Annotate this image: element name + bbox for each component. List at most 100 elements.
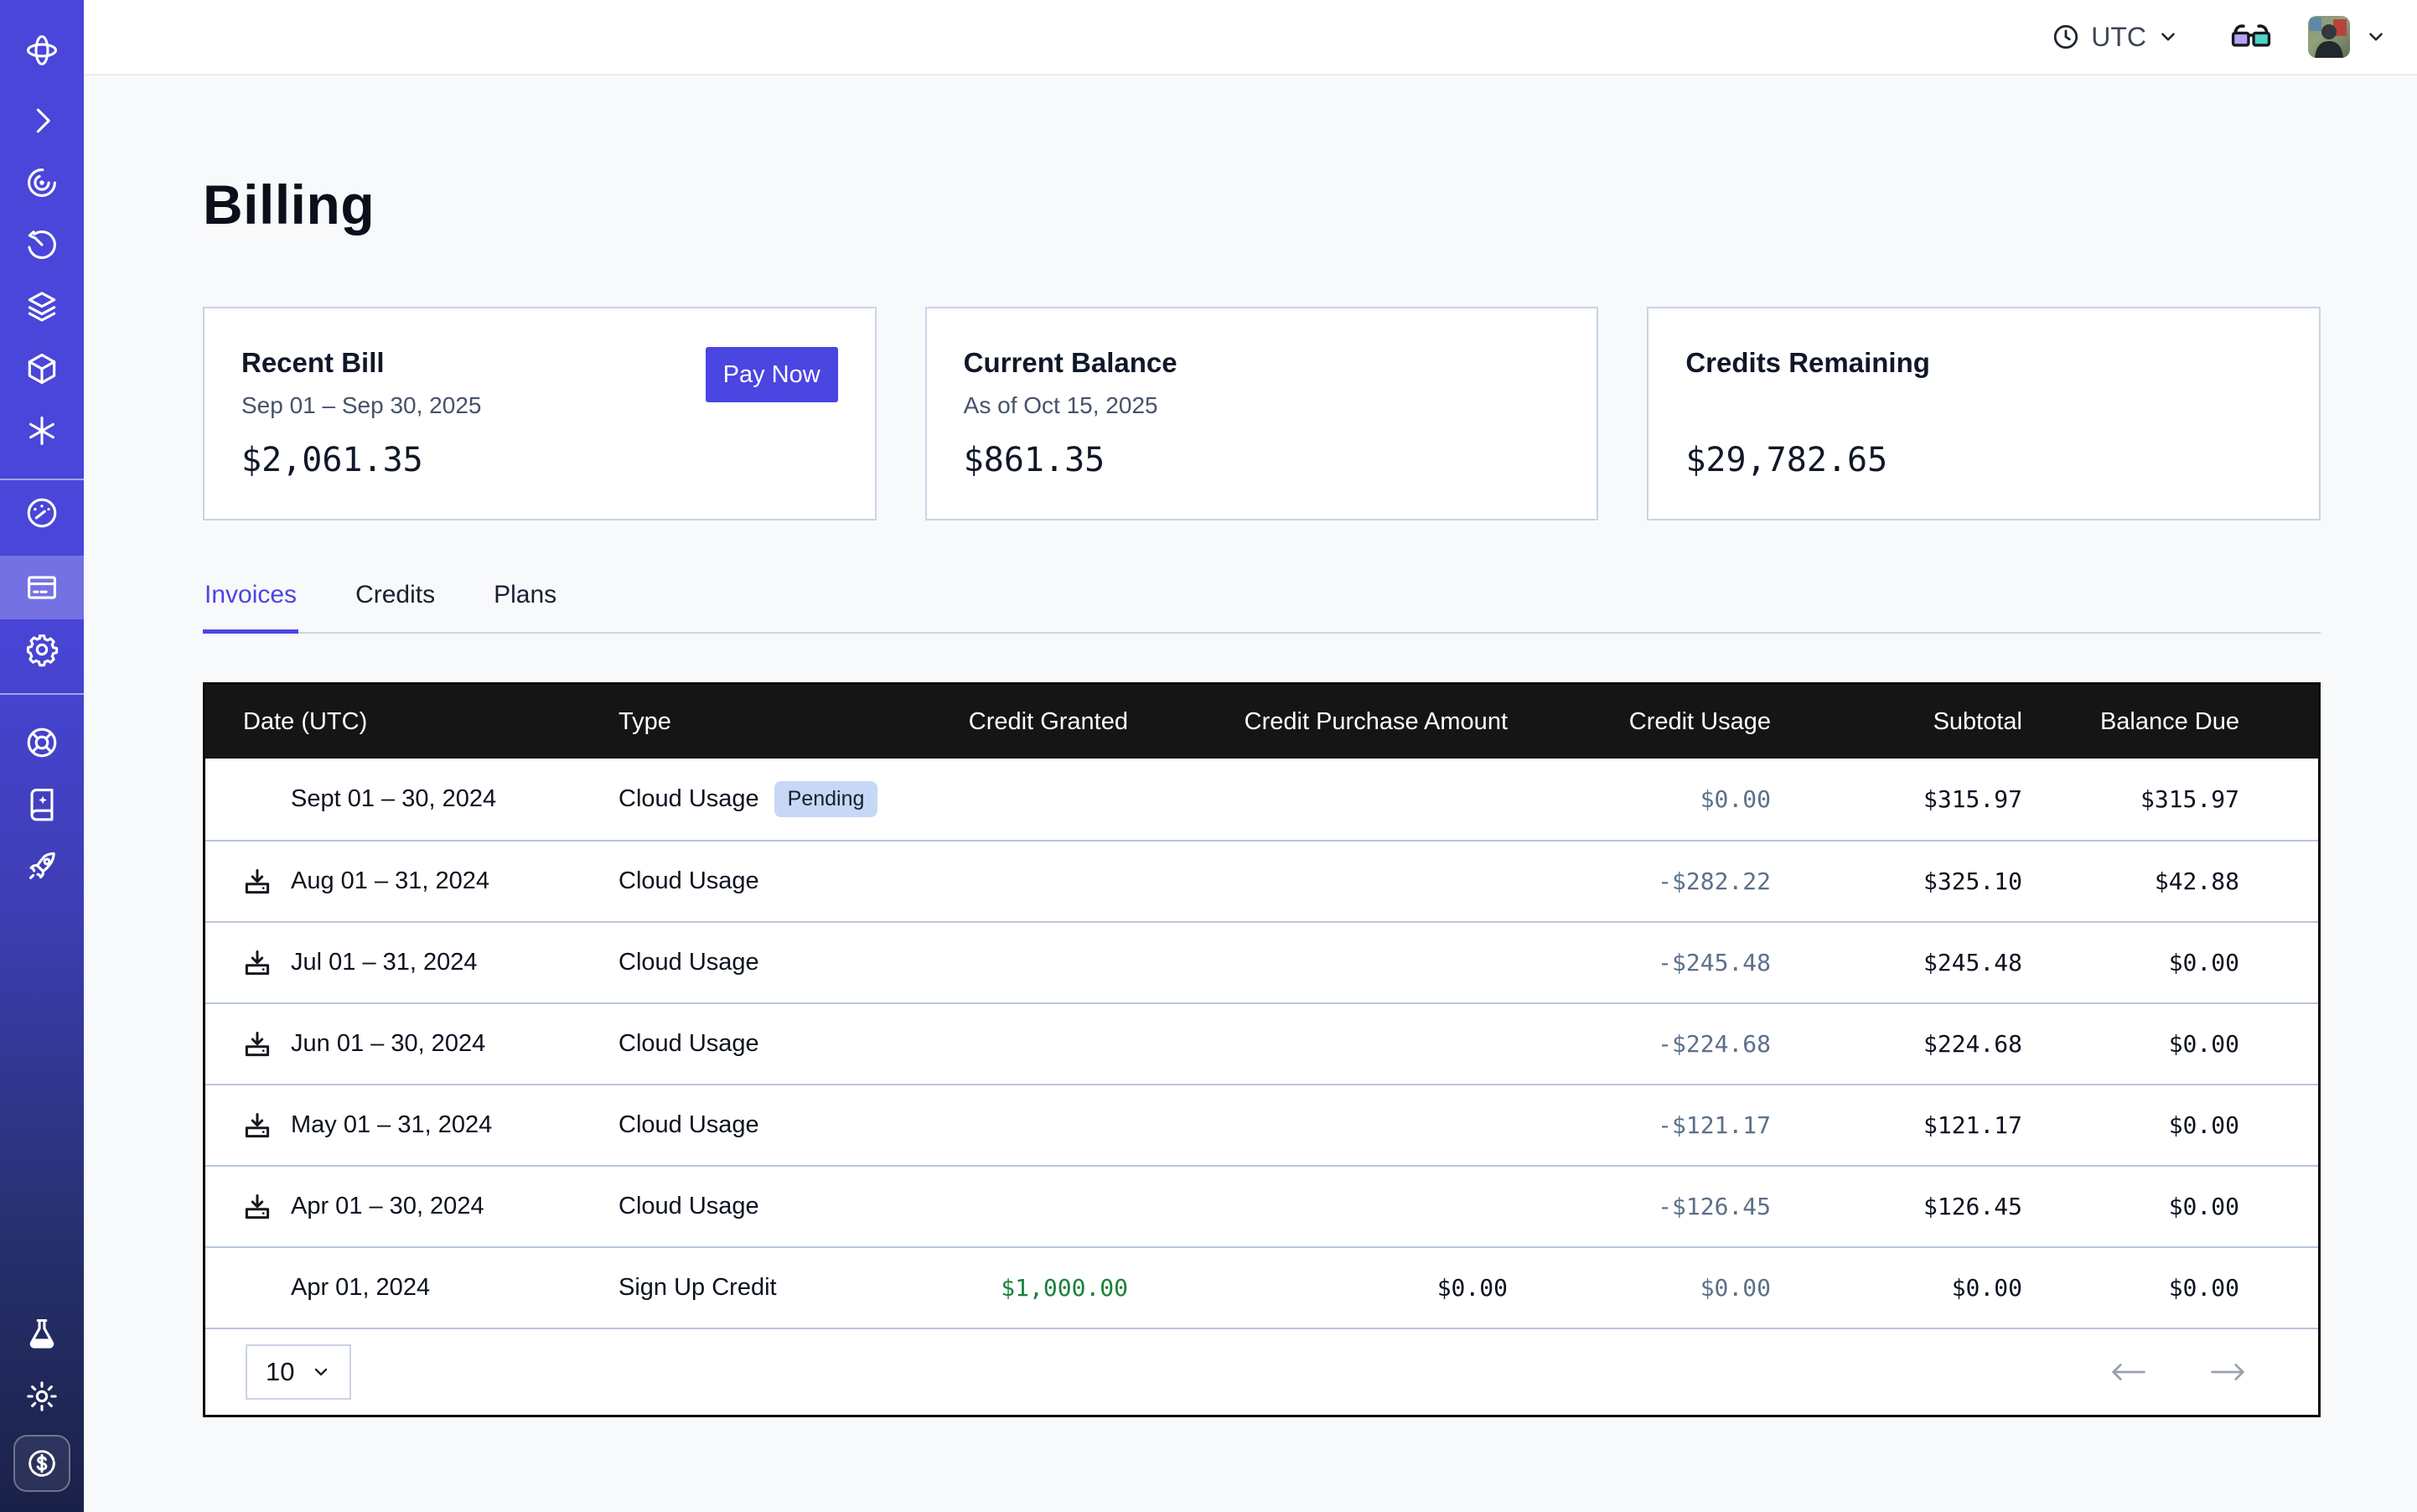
table-row: Jul 01 – 31, 2024 Cloud Usage -$245.48 $… xyxy=(205,921,2318,1002)
quickstart-rocket-icon[interactable] xyxy=(23,848,60,885)
col-subtotal: Subtotal xyxy=(1771,708,2022,736)
invoices-table: Date (UTC) Type Credit Granted Credit Pu… xyxy=(203,682,2321,1417)
invoice-type: Cloud Usage xyxy=(618,867,759,895)
page-size-select[interactable]: 10 xyxy=(246,1344,351,1400)
asterisk-icon[interactable] xyxy=(23,412,60,449)
table-row: Apr 01, 2024 Sign Up Credit $1,000.00 $0… xyxy=(205,1246,2318,1328)
invoice-date: May 01 – 31, 2024 xyxy=(291,1111,492,1139)
balance-due-value: $42.88 xyxy=(2022,867,2318,895)
billing-card-icon[interactable] xyxy=(23,569,60,606)
page-size-value: 10 xyxy=(266,1357,294,1387)
status-badge: Pending xyxy=(774,781,878,817)
pay-now-button[interactable]: Pay Now xyxy=(706,347,838,402)
subtotal-value: $121.17 xyxy=(1771,1111,2022,1139)
tab-credits[interactable]: Credits xyxy=(354,567,437,632)
sidebar-divider xyxy=(0,693,84,695)
balance-due-value: $315.97 xyxy=(2022,785,2318,813)
recent-bill-amount: $2,061.35 xyxy=(241,441,423,479)
chevron-down-icon xyxy=(311,1362,331,1382)
timezone-label: UTC xyxy=(2091,22,2146,53)
current-balance-card: Current Balance As of Oct 15, 2025 $861.… xyxy=(925,307,1599,520)
invoice-type: Cloud Usage xyxy=(618,785,759,813)
sidebar-divider xyxy=(0,479,84,480)
cube-icon[interactable] xyxy=(23,350,60,387)
tab-plans[interactable]: Plans xyxy=(492,567,558,632)
col-type: Type xyxy=(618,708,888,736)
summary-cards: Recent Bill Sep 01 – Sep 30, 2025 $2,061… xyxy=(203,307,2321,520)
settings-gear-icon[interactable] xyxy=(23,631,60,668)
labs-flask-icon[interactable] xyxy=(23,1316,60,1353)
layers-icon[interactable] xyxy=(23,288,60,325)
table-row: Apr 01 – 30, 2024 Cloud Usage -$126.45 $… xyxy=(205,1165,2318,1246)
balance-due-value: $0.00 xyxy=(2022,1193,2318,1220)
current-balance-amount: $861.35 xyxy=(964,441,1105,479)
subtotal-value: $126.45 xyxy=(1771,1193,2022,1220)
download-invoice-button[interactable] xyxy=(241,1190,274,1224)
invoice-date: Jul 01 – 31, 2024 xyxy=(291,949,478,976)
subtotal-value: $0.00 xyxy=(1771,1274,2022,1302)
col-balance-due: Balance Due xyxy=(2022,708,2318,736)
col-credit-granted: Credit Granted xyxy=(888,708,1128,736)
credit-usage-value: $0.00 xyxy=(1508,1274,1771,1302)
download-invoice-button[interactable] xyxy=(241,865,274,898)
clock-icon xyxy=(2052,23,2080,51)
invoice-date: Apr 01, 2024 xyxy=(291,1274,430,1302)
credit-usage-value: -$245.48 xyxy=(1508,949,1771,976)
card-title: Current Balance xyxy=(964,347,1560,379)
balance-due-value: $0.00 xyxy=(2022,949,2318,976)
download-invoice-button[interactable] xyxy=(241,1028,274,1061)
card-title: Credits Remaining xyxy=(1685,347,2282,379)
usage-dashboard-icon[interactable] xyxy=(23,495,60,531)
credit-usage-value: -$282.22 xyxy=(1508,867,1771,895)
invoice-type: Cloud Usage xyxy=(618,1111,759,1139)
tab-invoices[interactable]: Invoices xyxy=(203,567,298,634)
credit-usage-value: -$121.17 xyxy=(1508,1111,1771,1139)
col-date: Date (UTC) xyxy=(205,708,618,736)
credit-usage-value: $0.00 xyxy=(1508,785,1771,813)
subtotal-value: $224.68 xyxy=(1771,1030,2022,1058)
account-menu-chevron-icon[interactable] xyxy=(2365,26,2387,48)
theme-sun-icon[interactable] xyxy=(23,1378,60,1415)
invoice-type: Cloud Usage xyxy=(618,1030,759,1058)
docs-book-icon[interactable] xyxy=(23,786,60,823)
credit-purchase-value: $0.00 xyxy=(1128,1274,1508,1302)
balance-as-of: As of Oct 15, 2025 xyxy=(964,392,1560,419)
next-page-button[interactable] xyxy=(2209,1359,2246,1385)
collapse-chevron-icon[interactable] xyxy=(23,102,60,139)
support-lifebuoy-icon[interactable] xyxy=(23,724,60,761)
invoice-type: Cloud Usage xyxy=(618,1193,759,1220)
prev-page-button[interactable] xyxy=(2110,1359,2147,1385)
sidebar xyxy=(0,0,84,1512)
timezone-dropdown[interactable]: UTC xyxy=(2052,22,2179,53)
table-row: Sept 01 – 30, 2024 Cloud Usage Pending $… xyxy=(205,759,2318,840)
subtotal-value: $315.97 xyxy=(1771,785,2022,813)
credits-badge-button[interactable] xyxy=(13,1435,70,1492)
balance-due-value: $0.00 xyxy=(2022,1030,2318,1058)
invoice-date: Aug 01 – 31, 2024 xyxy=(291,867,489,895)
subtotal-value: $325.10 xyxy=(1771,867,2022,895)
chevron-down-icon xyxy=(2157,26,2179,48)
observe-spiral-icon[interactable] xyxy=(23,164,60,201)
table-row: Aug 01 – 31, 2024 Cloud Usage -$282.22 $… xyxy=(205,840,2318,921)
download-invoice-button[interactable] xyxy=(241,1109,274,1142)
credit-usage-value: -$224.68 xyxy=(1508,1030,1771,1058)
billing-tabs: Invoices Credits Plans xyxy=(203,567,2321,634)
history-timer-icon[interactable] xyxy=(23,226,60,263)
pagination-bar: 10 xyxy=(205,1328,2318,1415)
page-title: Billing xyxy=(203,173,2321,236)
logo-icon[interactable] xyxy=(23,32,60,69)
invoice-type: Cloud Usage xyxy=(618,949,759,976)
invoice-date: Apr 01 – 30, 2024 xyxy=(291,1193,484,1220)
invoice-date: Jun 01 – 30, 2024 xyxy=(291,1030,485,1058)
subtotal-value: $245.48 xyxy=(1771,949,2022,976)
table-header: Date (UTC) Type Credit Granted Credit Pu… xyxy=(205,685,2318,759)
download-invoice-button[interactable] xyxy=(241,946,274,980)
invoice-type: Sign Up Credit xyxy=(618,1274,777,1302)
table-row: Jun 01 – 30, 2024 Cloud Usage -$224.68 $… xyxy=(205,1002,2318,1084)
glasses-icon[interactable] xyxy=(2229,20,2273,54)
user-avatar[interactable] xyxy=(2308,16,2350,58)
credits-remaining-amount: $29,782.65 xyxy=(1685,441,1887,479)
col-credit-usage: Credit Usage xyxy=(1508,708,1771,736)
invoice-rows: Sept 01 – 30, 2024 Cloud Usage Pending $… xyxy=(205,759,2318,1328)
recent-bill-card: Recent Bill Sep 01 – Sep 30, 2025 $2,061… xyxy=(203,307,877,520)
